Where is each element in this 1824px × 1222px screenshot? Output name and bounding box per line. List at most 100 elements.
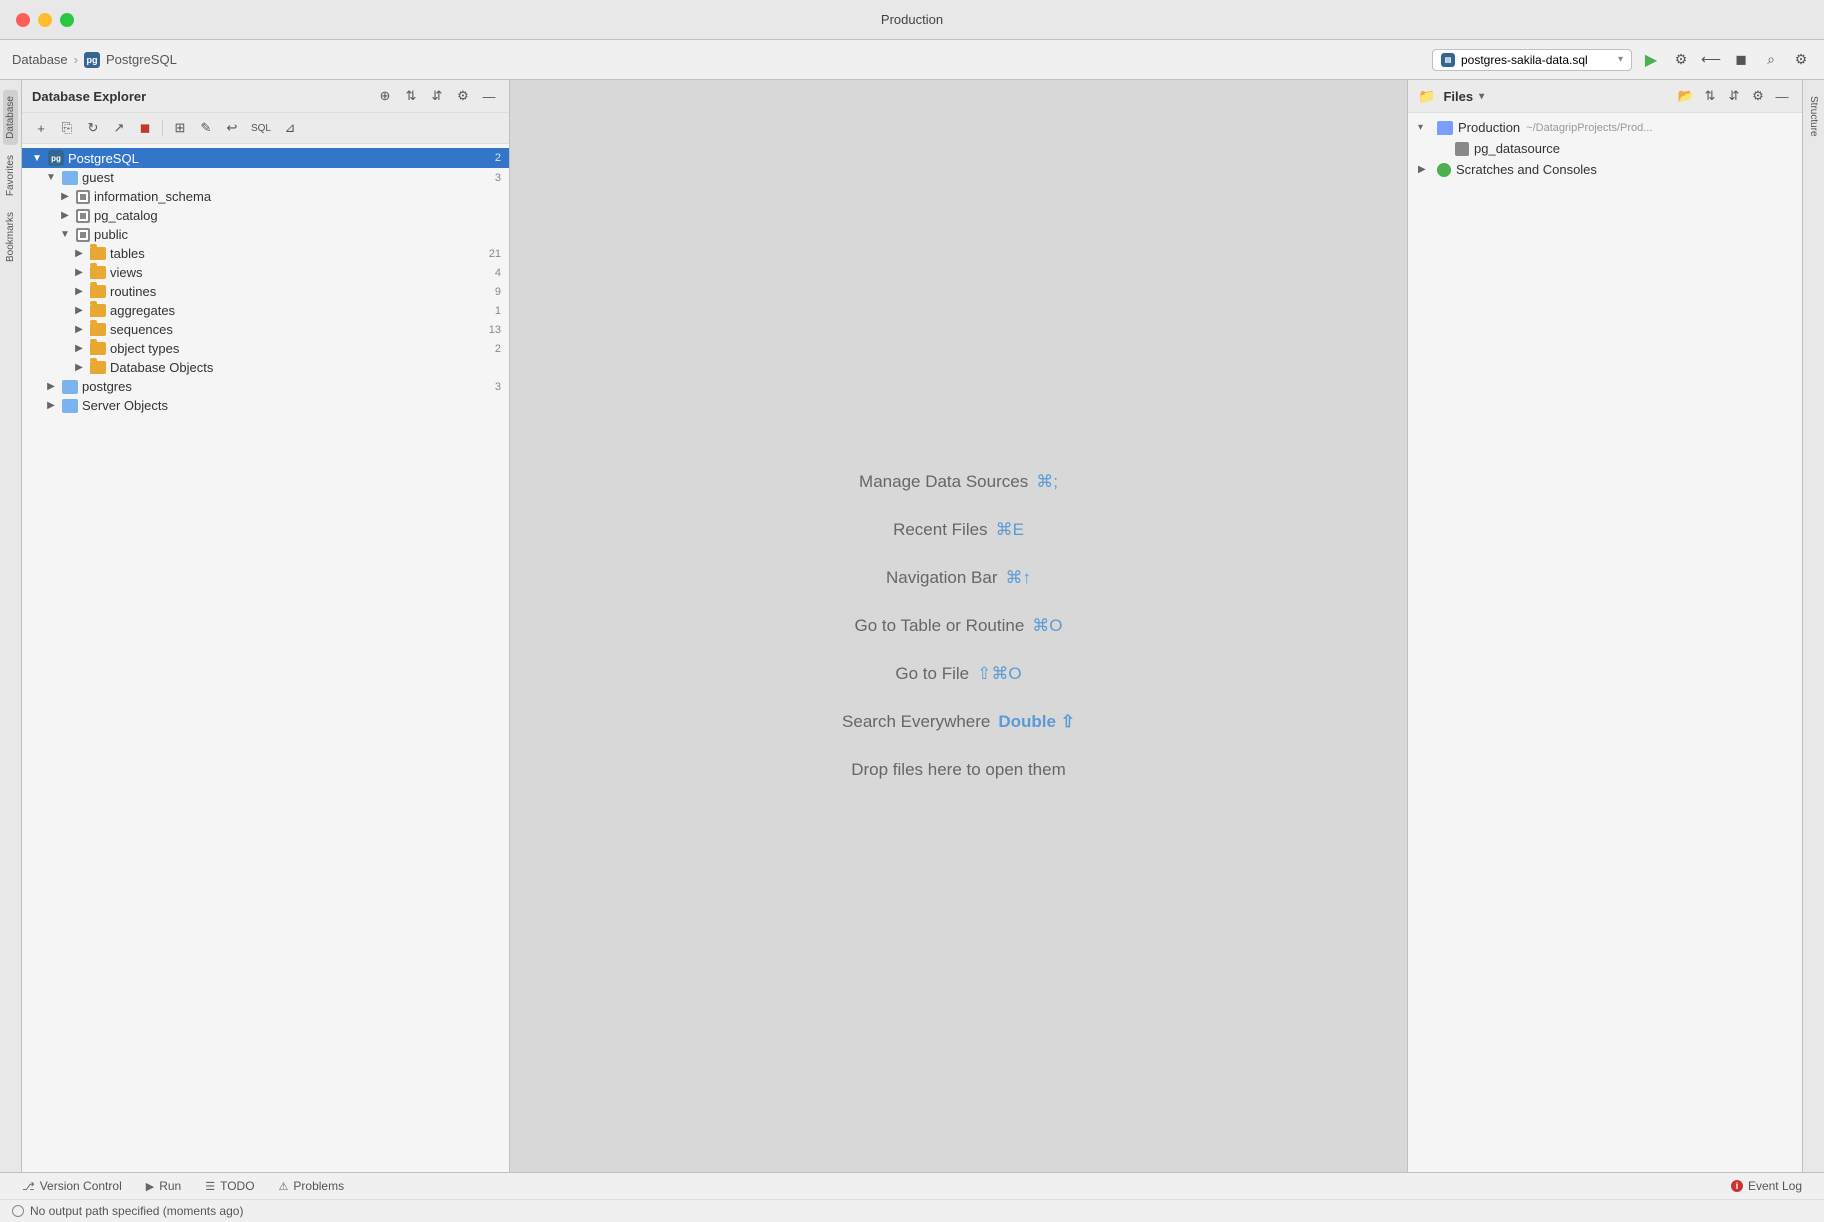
object-types-badge: 2 [495, 343, 501, 355]
sql-file-selector[interactable]: ▤ postgres-sakila-data.sql ▾ [1432, 49, 1632, 71]
server-objects-arrow [44, 399, 58, 413]
sidebar-tab-bookmarks[interactable]: Bookmarks [3, 206, 18, 268]
tb-table-btn[interactable]: ⊞ [169, 117, 191, 139]
settings-header-icon[interactable]: ⚙ [453, 86, 473, 106]
tree-item-guest[interactable]: guest 3 [22, 168, 509, 187]
tb-jump2-btn[interactable]: ↩ [221, 117, 243, 139]
db-toolbar2: + ⎘ ↻ ↗ ◼ ⊞ ✎ ↩ SQL ⊿ [22, 113, 509, 144]
tree-item-routines[interactable]: routines 9 [22, 282, 509, 301]
tree-item-object-types[interactable]: object types 2 [22, 339, 509, 358]
goto-table-action[interactable]: Go to Table or Routine ⌘O [854, 616, 1062, 636]
object-types-folder-icon [90, 342, 106, 355]
tree-item-database-objects[interactable]: Database Objects [22, 358, 509, 377]
manage-data-sources-action[interactable]: Manage Data Sources ⌘; [859, 472, 1058, 492]
drop-files-action: Drop files here to open them [851, 760, 1066, 780]
run-button[interactable]: ▶ [1640, 49, 1662, 71]
settings-icon[interactable]: ⚙ [1790, 49, 1812, 71]
hide-panel-icon[interactable]: — [479, 86, 499, 106]
right-settings-icon[interactable]: ⚙ [1748, 86, 1768, 106]
production-expand-arrow: ▾ [1418, 122, 1432, 133]
run-tab[interactable]: ▶ Run [136, 1176, 191, 1196]
close-button[interactable] [16, 13, 30, 27]
tb-separator [162, 120, 163, 136]
tables-label: tables [110, 246, 483, 261]
recent-files-action[interactable]: Recent Files ⌘E [893, 520, 1024, 540]
rollback-icon[interactable]: ⟵ [1700, 49, 1722, 71]
files-dropdown[interactable]: Files ▾ [1443, 89, 1484, 104]
tree-item-public[interactable]: public [22, 225, 509, 244]
pg-catalog-icon [76, 209, 90, 223]
tables-arrow [72, 247, 86, 261]
nav-bar-shortcut: ⌘↑ [1006, 568, 1032, 588]
sidebar-tab-structure[interactable]: Structure [1806, 90, 1821, 143]
maximize-button[interactable] [60, 13, 74, 27]
tb-refresh-btn[interactable]: ↻ [82, 117, 104, 139]
status-circle-icon [12, 1205, 24, 1217]
production-folder-icon [1437, 121, 1453, 135]
tb-stop-btn[interactable]: ◼ [134, 117, 156, 139]
right-collapse-icon[interactable]: ⇅ [1700, 86, 1720, 106]
build-icon[interactable]: ⚙ [1670, 49, 1692, 71]
server-objects-label: Server Objects [82, 398, 501, 413]
postgresql-icon: pg [84, 52, 100, 68]
tree-item-views[interactable]: views 4 [22, 263, 509, 282]
tree-item-server-objects[interactable]: Server Objects [22, 396, 509, 415]
breadcrumb-postgresql[interactable]: PostgreSQL [106, 52, 177, 67]
problems-tab[interactable]: ⚠ Problems [269, 1176, 355, 1196]
tb-filter-btn[interactable]: ⊿ [279, 117, 301, 139]
tb-jump-btn[interactable]: ↗ [108, 117, 130, 139]
tree-item-aggregates[interactable]: aggregates 1 [22, 301, 509, 320]
open-file-icon[interactable]: 📂 [1676, 86, 1696, 106]
files-tree-pg-datasource[interactable]: pg_datasource [1408, 138, 1802, 159]
stop-icon[interactable]: ◼ [1730, 49, 1752, 71]
tree-item-postgres[interactable]: postgres 3 [22, 377, 509, 396]
object-types-arrow [72, 342, 86, 356]
tb-add-btn[interactable]: + [30, 117, 52, 139]
breadcrumb-database[interactable]: Database [12, 52, 68, 67]
collapse-all-icon[interactable]: ⇅ [401, 86, 421, 106]
scratches-label: Scratches and Consoles [1456, 162, 1597, 177]
tree-item-information-schema[interactable]: information_schema [22, 187, 509, 206]
version-control-label: Version Control [40, 1179, 122, 1193]
tb-copy-btn[interactable]: ⎘ [56, 117, 78, 139]
search-icon[interactable]: ⌕ [1760, 49, 1782, 71]
tb-edit-btn[interactable]: ✎ [195, 117, 217, 139]
files-tree: ▾ Production ~/DatagripProjects/Prod... … [1408, 113, 1802, 1172]
event-log-tab[interactable]: i Event Log [1721, 1176, 1812, 1196]
tb-sql-btn[interactable]: SQL [247, 117, 275, 139]
run-icon: ▶ [146, 1180, 154, 1193]
routines-folder-icon [90, 285, 106, 298]
add-datasource-icon[interactable]: ⊕ [375, 86, 395, 106]
sql-selector-icon: ▤ [1441, 53, 1455, 67]
expand-all-icon[interactable]: ⇵ [427, 86, 447, 106]
todo-tab[interactable]: ☰ TODO [195, 1176, 264, 1196]
right-hide-icon[interactable]: — [1772, 86, 1792, 106]
tree-item-pg-catalog[interactable]: pg_catalog [22, 206, 509, 225]
center-area: Manage Data Sources ⌘; Recent Files ⌘E N… [510, 80, 1407, 1172]
guest-folder-icon [62, 171, 78, 185]
right-expand-icon[interactable]: ⇵ [1724, 86, 1744, 106]
pg-catalog-arrow [58, 209, 72, 223]
sidebar-tab-favorites[interactable]: Favorites [3, 149, 18, 202]
views-arrow [72, 266, 86, 280]
run-label: Run [159, 1179, 181, 1193]
goto-file-action[interactable]: Go to File ⇧⌘O [895, 664, 1021, 684]
event-log-label: Event Log [1748, 1179, 1802, 1193]
version-control-tab[interactable]: ⎇ Version Control [12, 1176, 132, 1196]
search-everywhere-action[interactable]: Search Everywhere Double ⇧ [842, 712, 1075, 732]
minimize-button[interactable] [38, 13, 52, 27]
views-folder-icon [90, 266, 106, 279]
status-message: No output path specified (moments ago) [30, 1204, 243, 1218]
toolbar-right: ▤ postgres-sakila-data.sql ▾ ▶ ⚙ ⟵ ◼ ⌕ ⚙ [1432, 49, 1812, 71]
postgresql-badge: 2 [495, 152, 501, 164]
tree-item-sequences[interactable]: sequences 13 [22, 320, 509, 339]
files-tree-scratches[interactable]: ▶ Scratches and Consoles [1408, 159, 1802, 180]
problems-label: Problems [293, 1179, 344, 1193]
sidebar-tab-database[interactable]: Database [3, 90, 18, 145]
window-title: Production [881, 12, 943, 27]
tree-item-postgresql[interactable]: pg PostgreSQL 2 [22, 148, 509, 168]
tree-item-tables[interactable]: tables 21 [22, 244, 509, 263]
navigation-bar-action[interactable]: Navigation Bar ⌘↑ [886, 568, 1031, 588]
files-tree-production[interactable]: ▾ Production ~/DatagripProjects/Prod... [1408, 117, 1802, 138]
routines-arrow [72, 285, 86, 299]
